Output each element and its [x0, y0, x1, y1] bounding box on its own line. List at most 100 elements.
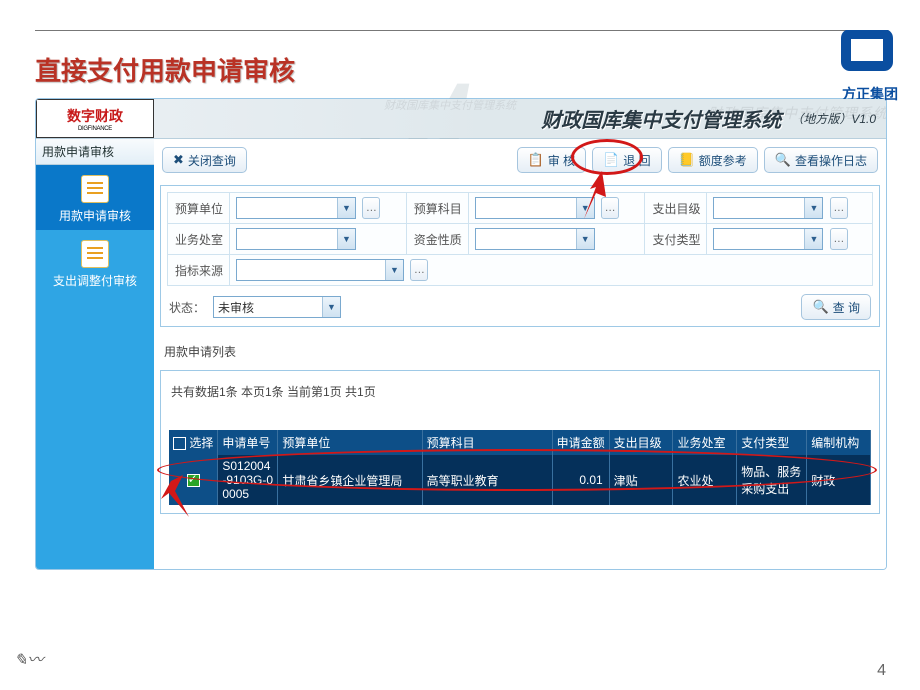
sidebar-item-adjust-audit[interactable]: 支出调整付审核 — [36, 230, 154, 295]
label-index-source: 指标来源 — [168, 255, 230, 286]
audit-label: 审 核 — [548, 152, 575, 169]
document-icon — [81, 240, 109, 268]
chevron-down-icon[interactable]: ▼ — [804, 198, 822, 218]
cell-org: 财政 — [807, 455, 871, 505]
chevron-down-icon[interactable]: ▼ — [804, 229, 822, 249]
status-input[interactable] — [214, 297, 322, 317]
close-icon: ✖ — [173, 152, 184, 168]
label-pay-type: 支付类型 — [645, 224, 707, 255]
document-icon — [81, 175, 109, 203]
pager-summary: 共有数据1条 本页1条 当前第1页 共1页 — [171, 383, 871, 400]
pay-type-picker[interactable]: … — [830, 228, 848, 250]
chevron-down-icon[interactable]: ▼ — [385, 260, 403, 280]
sidebar-item-label: 用款申请审核 — [36, 207, 154, 224]
fund-nature-combo[interactable]: ▼ — [475, 228, 595, 250]
budget-unit-combo[interactable]: ▼ — [236, 197, 356, 219]
checkbox-all[interactable] — [173, 437, 186, 450]
list-panel: 共有数据1条 本页1条 当前第1页 共1页 选择 申请单号 预算单位 预算科目 — [160, 370, 880, 514]
cell-expend-cat: 津贴 — [609, 455, 673, 505]
list-title: 用款申请列表 — [164, 343, 880, 360]
app-title-bar: 财政国库集中支付管理系统 财政国库集中支付管理系统 财政国库集中支付管理系统 （… — [154, 99, 886, 138]
label-budget-unit: 预算单位 — [168, 193, 230, 224]
cell-apply-no: S012004-9103G-00005 — [218, 455, 278, 505]
col-select-label: 选择 — [189, 436, 213, 450]
query-button[interactable]: 🔍 查 询 — [801, 294, 871, 320]
chevron-down-icon[interactable]: ▼ — [337, 198, 355, 218]
col-pay-type[interactable]: 支付类型 — [737, 430, 807, 455]
pay-type-combo[interactable]: ▼ — [713, 228, 823, 250]
expend-cat-combo[interactable]: ▼ — [713, 197, 823, 219]
budget-subject-input[interactable] — [476, 198, 576, 218]
audit-button[interactable]: 📋 审 核 — [517, 147, 587, 173]
status-combo[interactable]: ▼ — [213, 296, 341, 318]
chevron-down-icon[interactable]: ▼ — [576, 229, 594, 249]
view-log-button[interactable]: 🔍 查看操作日志 — [764, 147, 878, 173]
top-rule — [35, 30, 885, 31]
col-office[interactable]: 业务处室 — [673, 430, 737, 455]
cell-pay-type: 物品、服务采购支出 — [737, 455, 807, 505]
app-logo-main: 数字财政 — [67, 106, 123, 126]
app-version: （地方版）V1.0 — [791, 110, 876, 127]
quota-ref-label: 额度参考 — [699, 152, 747, 169]
chevron-down-icon[interactable]: ▼ — [576, 198, 594, 218]
label-budget-subject: 预算科目 — [406, 193, 468, 224]
slide-page-number: 4 — [877, 662, 886, 680]
app-logo: 数字财政 DIGFINANCE — [36, 99, 154, 138]
toolbar: ✖ 关闭查询 📋 审 核 📄 退 回 📒 额度参考 — [160, 145, 880, 183]
expend-cat-picker[interactable]: … — [830, 197, 848, 219]
app-header: 数字财政 DIGFINANCE 财政国库集中支付管理系统 财政国库集中支付管理系… — [36, 99, 886, 139]
search-icon: 🔍 — [775, 152, 791, 168]
fund-nature-input[interactable] — [476, 229, 576, 249]
quota-ref-button[interactable]: 📒 额度参考 — [668, 147, 758, 173]
index-source-combo[interactable]: ▼ — [236, 259, 404, 281]
close-query-label: 关闭查询 — [188, 152, 236, 169]
main-panel: ✖ 关闭查询 📋 审 核 📄 退 回 📒 额度参考 — [154, 139, 886, 569]
label-expend-cat: 支出目级 — [645, 193, 707, 224]
col-select[interactable]: 选择 — [169, 430, 218, 455]
checkbox-row[interactable] — [187, 474, 200, 487]
app-logo-sub: DIGFINANCE — [78, 126, 112, 132]
col-apply-amount[interactable]: 申请金额 — [552, 430, 609, 455]
index-source-picker[interactable]: … — [410, 259, 428, 281]
return-button[interactable]: 📄 退 回 — [592, 147, 662, 173]
sidebar-item-label: 支出调整付审核 — [36, 272, 154, 289]
budget-subject-picker[interactable]: … — [601, 197, 619, 219]
query-label: 查 询 — [833, 299, 860, 316]
sidebar: 用款申请审核 用款申请审核 支出调整付审核 — [36, 139, 154, 569]
index-source-input[interactable] — [237, 260, 385, 280]
col-budget-unit[interactable]: 预算单位 — [278, 430, 422, 455]
clipboard-icon: 📋 — [528, 152, 544, 168]
corner-scribble: ✎〰 — [14, 646, 43, 670]
pay-type-input[interactable] — [714, 229, 804, 249]
office-combo[interactable]: ▼ — [236, 228, 356, 250]
label-fund-nature: 资金性质 — [406, 224, 468, 255]
col-apply-no[interactable]: 申请单号 — [218, 430, 278, 455]
slide-title: 直接支付用款申请审核 — [35, 51, 885, 88]
app-title: 财政国库集中支付管理系统 — [541, 104, 781, 133]
office-input[interactable] — [237, 229, 337, 249]
col-expend-cat[interactable]: 支出目级 — [609, 430, 673, 455]
budget-unit-picker[interactable]: … — [362, 197, 380, 219]
app-window: 数字财政 DIGFINANCE 财政国库集中支付管理系统 财政国库集中支付管理系… — [35, 98, 887, 570]
filter-panel: 预算单位 ▼ … 预算科目 — [160, 185, 880, 327]
company-logo: 方正集团 — [838, 30, 902, 104]
reference-icon: 📒 — [679, 152, 695, 168]
chevron-down-icon[interactable]: ▼ — [322, 297, 340, 317]
search-icon: 🔍 — [812, 299, 828, 315]
table-row[interactable]: S012004-9103G-00005 甘肃省乡镇企业管理局 高等职业教育 0.… — [169, 455, 871, 505]
view-log-label: 查看操作日志 — [795, 152, 867, 169]
apply-table: 选择 申请单号 预算单位 预算科目 申请金额 支出目级 业务处室 支付类型 编制… — [169, 430, 871, 505]
budget-subject-combo[interactable]: ▼ — [475, 197, 595, 219]
return-label: 退 回 — [623, 152, 650, 169]
company-logo-icon — [838, 30, 902, 82]
cell-budget-subject: 高等职业教育 — [422, 455, 552, 505]
sidebar-item-apply-audit[interactable]: 用款申请审核 — [36, 165, 154, 230]
label-status: 状态： — [169, 299, 205, 316]
col-org[interactable]: 编制机构 — [807, 430, 871, 455]
chevron-down-icon[interactable]: ▼ — [337, 229, 355, 249]
expend-cat-input[interactable] — [714, 198, 804, 218]
col-budget-subject[interactable]: 预算科目 — [422, 430, 552, 455]
sidebar-header: 用款申请审核 — [36, 139, 154, 165]
budget-unit-input[interactable] — [237, 198, 337, 218]
close-query-button[interactable]: ✖ 关闭查询 — [162, 147, 247, 173]
